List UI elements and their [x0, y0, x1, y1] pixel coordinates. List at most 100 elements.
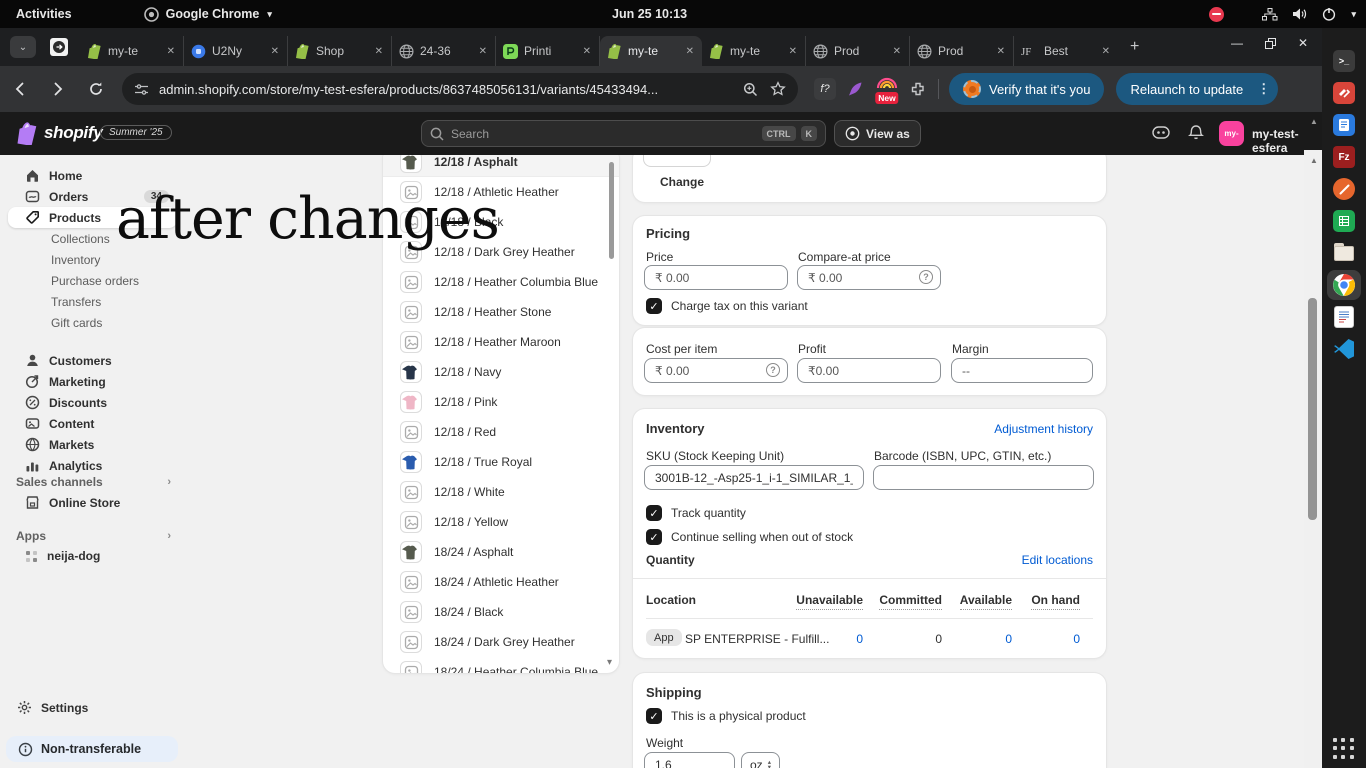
- profit-input[interactable]: [797, 358, 941, 383]
- adjustment-history-link[interactable]: Adjustment history: [994, 422, 1093, 436]
- sidebar-item-settings[interactable]: Settings: [0, 700, 185, 715]
- tab-close-icon[interactable]: ✕: [582, 46, 592, 57]
- dock-item-spreadsheet[interactable]: [1327, 206, 1361, 236]
- system-chevron-down-icon[interactable]: ▾: [1351, 9, 1356, 20]
- app-menu-button[interactable]: Google Chrome ▾: [144, 7, 272, 22]
- variant-item[interactable]: 18/24 / Athletic Heather: [383, 567, 619, 597]
- browser-tab-8[interactable]: Prod ✕: [806, 36, 910, 66]
- browser-tab-9[interactable]: Prod ✕: [910, 36, 1014, 66]
- volume-icon[interactable]: [1292, 7, 1308, 21]
- tab-close-icon[interactable]: ✕: [1101, 46, 1111, 57]
- do-not-disturb-icon[interactable]: [1209, 7, 1224, 22]
- sales-channels-header[interactable]: Sales channels ›: [16, 475, 171, 489]
- power-icon[interactable]: [1322, 7, 1336, 21]
- dock-item-chrome[interactable]: [1327, 270, 1361, 300]
- change-image-button[interactable]: Change: [660, 175, 704, 189]
- sidebar-item-customers[interactable]: Customers: [8, 350, 177, 371]
- sidebar-item-home[interactable]: Home: [8, 165, 177, 186]
- admin-search-bar[interactable]: Search CTRL K: [421, 120, 826, 147]
- dock-item-terminal[interactable]: >_: [1327, 46, 1361, 76]
- sidebar-item-discounts[interactable]: Discounts: [8, 392, 177, 413]
- variant-item[interactable]: 12/18 / Heather Maroon: [383, 327, 619, 357]
- browser-tab-5[interactable]: Printi ✕: [496, 36, 600, 66]
- dock-item-draw-tool[interactable]: [1327, 174, 1361, 204]
- minimize-button[interactable]: —: [1231, 36, 1243, 50]
- bookmark-star-icon[interactable]: [770, 81, 786, 97]
- variant-item[interactable]: 12/18 / Heather Stone: [383, 297, 619, 327]
- available-value[interactable]: 0: [1005, 632, 1012, 646]
- back-button[interactable]: [2, 71, 38, 107]
- dock-item-files[interactable]: [1327, 238, 1361, 268]
- unavailable-header[interactable]: Unavailable: [796, 593, 863, 607]
- scrollbar-up-arrow[interactable]: ▲: [1310, 156, 1318, 165]
- font-extension-icon[interactable]: f?: [814, 78, 836, 100]
- tab-close-icon[interactable]: ✕: [788, 46, 798, 57]
- help-icon[interactable]: ?: [919, 270, 933, 284]
- page-scrollbar-thumb[interactable]: [1308, 298, 1317, 520]
- browser-tab-3[interactable]: Shop ✕: [288, 36, 392, 66]
- plan-banner[interactable]: Non-transferable: [6, 736, 178, 762]
- sidebar-item-analytics[interactable]: Analytics: [8, 455, 177, 476]
- variant-item[interactable]: 18/24 / Black: [383, 597, 619, 627]
- variant-item[interactable]: 18/24 / Asphalt: [383, 537, 619, 567]
- sidebar-item-online-store[interactable]: Online Store: [0, 495, 185, 510]
- weight-input[interactable]: [644, 752, 735, 768]
- weight-unit-select[interactable]: oz ▴▾: [741, 752, 780, 768]
- notifications-bell-icon[interactable]: [1188, 124, 1204, 141]
- dock-item-vscode[interactable]: [1327, 334, 1361, 364]
- rainbow-extension-icon[interactable]: New: [874, 76, 900, 102]
- continue-selling-checkbox[interactable]: ✓: [646, 529, 662, 545]
- reload-button[interactable]: [78, 71, 114, 107]
- scrollbar-up-arrow[interactable]: ▲: [1310, 117, 1318, 126]
- browser-tab-4[interactable]: 24-36 ✕: [392, 36, 496, 66]
- variant-item[interactable]: 12/18 / Red: [383, 417, 619, 447]
- browser-tab-6[interactable]: my-te ✕: [600, 36, 702, 66]
- committed-header[interactable]: Committed: [879, 593, 942, 607]
- on-hand-header[interactable]: On hand: [1031, 593, 1080, 607]
- variant-item[interactable]: 12/18 / True Royal: [383, 447, 619, 477]
- variant-item[interactable]: 12/18 / Pink: [383, 387, 619, 417]
- available-header[interactable]: Available: [960, 593, 1012, 607]
- pinned-tab[interactable]: [46, 36, 72, 58]
- site-info-icon[interactable]: [134, 82, 149, 97]
- sku-input[interactable]: [644, 465, 864, 490]
- url-text[interactable]: admin.shopify.com/store/my-test-esfera/p…: [159, 82, 731, 97]
- browser-tab-2[interactable]: U2Ny ✕: [184, 36, 288, 66]
- tab-close-icon[interactable]: ✕: [166, 46, 176, 57]
- sidebar-item-neija-dog[interactable]: neija-dog: [0, 549, 185, 563]
- variant-item[interactable]: 12/18 / Yellow: [383, 507, 619, 537]
- margin-input[interactable]: [951, 358, 1093, 383]
- charge-tax-checkbox[interactable]: ✓: [646, 298, 662, 314]
- variant-scrollbar-thumb[interactable]: [609, 162, 614, 259]
- view-as-button[interactable]: View as: [834, 120, 921, 147]
- restore-button[interactable]: [1265, 38, 1276, 49]
- activities-button[interactable]: Activities: [16, 7, 72, 21]
- sidebar-item-marketing[interactable]: Marketing: [8, 371, 177, 392]
- tab-close-icon[interactable]: ✕: [478, 46, 488, 57]
- tab-close-icon[interactable]: ✕: [892, 46, 902, 57]
- dock-item-word-processor[interactable]: [1327, 302, 1361, 332]
- zoom-icon[interactable]: [743, 82, 758, 97]
- browser-tab-10[interactable]: JF Best ✕: [1014, 36, 1118, 66]
- physical-product-checkbox[interactable]: ✓: [646, 708, 662, 724]
- browser-menu-icon[interactable]: ⋮: [1257, 81, 1270, 97]
- sidebar-item-markets[interactable]: Markets: [8, 434, 177, 455]
- tab-close-icon[interactable]: ✕: [270, 46, 280, 57]
- unavailable-value[interactable]: 0: [856, 632, 863, 646]
- tab-close-icon[interactable]: ✕: [996, 46, 1006, 57]
- sidebar-item-transfers[interactable]: Transfers: [8, 291, 177, 312]
- browser-tab-1[interactable]: my-te ✕: [80, 36, 184, 66]
- dock-item-filezilla[interactable]: Fz: [1327, 142, 1361, 172]
- price-input[interactable]: [644, 265, 788, 290]
- shopify-logo[interactable]: shopify: [16, 121, 102, 145]
- address-bar[interactable]: admin.shopify.com/store/my-test-esfera/p…: [122, 73, 798, 105]
- variant-item[interactable]: 18/24 / Heather Columbia Blue: [383, 657, 619, 673]
- scroll-down-caret-icon[interactable]: ▾: [607, 657, 612, 668]
- dock-item-text-editor[interactable]: [1327, 110, 1361, 140]
- sidebar-item-gift-cards[interactable]: Gift cards: [8, 312, 177, 333]
- edition-badge[interactable]: Summer '25: [100, 125, 172, 140]
- store-avatar[interactable]: my-: [1219, 121, 1244, 146]
- tab-search-button[interactable]: ⌄: [10, 36, 36, 58]
- apps-header[interactable]: Apps ›: [16, 529, 171, 543]
- track-quantity-checkbox[interactable]: ✓: [646, 505, 662, 521]
